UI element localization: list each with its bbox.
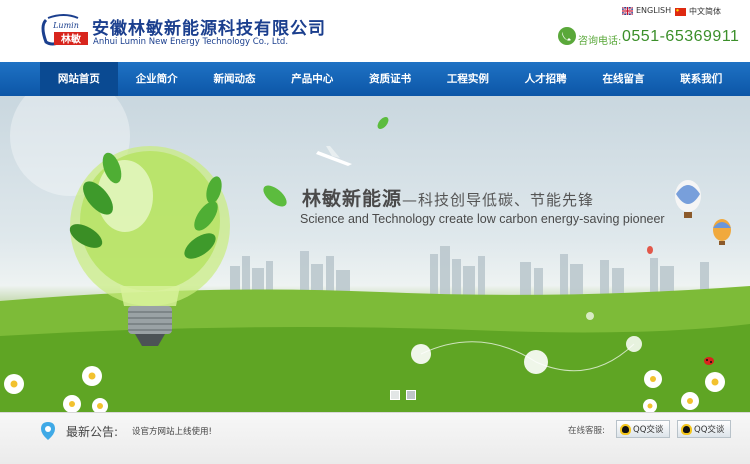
lang-chinese-link[interactable]: 中文简体 <box>675 6 721 17</box>
uk-flag-icon <box>622 6 633 15</box>
nav-item-home[interactable]: 网站首页 <box>40 62 118 96</box>
company-logo[interactable]: 林敏 Lumin <box>38 12 92 48</box>
nav-item-projects[interactable]: 工程实例 <box>429 62 507 96</box>
qq-chat-label: QQ交谈 <box>694 425 725 435</box>
logo-script: Lumin <box>52 21 79 30</box>
notice-bar: 最新公告: 设官方网站上线使用! 在线客服: QQ交谈 QQ交谈 <box>0 412 750 464</box>
phone-label: 咨询电话: <box>578 36 622 47</box>
banner-illustration <box>0 96 750 412</box>
location-pin-icon <box>41 422 55 440</box>
lang-english-label: ENGLISH <box>636 6 672 15</box>
qq-chat-button-2[interactable]: QQ交谈 <box>677 420 731 438</box>
hero-banner[interactable]: 林敏新能源—科技创导低碳、节能先锋 Science and Technology… <box>0 96 750 412</box>
airplane-icon <box>316 146 352 166</box>
lang-english-link[interactable]: ENGLISH <box>622 6 671 15</box>
qq-chat-label: QQ交谈 <box>633 425 664 435</box>
qq-penguin-icon <box>620 423 631 435</box>
banner-slogan-main: 林敏新能源 <box>302 188 403 210</box>
ladybug-icon <box>704 357 714 365</box>
slide-dot-1[interactable] <box>390 390 400 400</box>
qq-chat-button-1[interactable]: QQ交谈 <box>616 420 670 438</box>
phone-icon <box>558 27 576 45</box>
city-skyline <box>230 246 709 296</box>
site-header: 林敏 Lumin 安徽林敏新能源科技有限公司 Anhui Lumin New E… <box>0 0 750 62</box>
tiny-balloon-icon <box>647 246 653 254</box>
customer-service-label: 在线客服: <box>568 426 605 436</box>
nav-item-messages[interactable]: 在线留言 <box>585 62 663 96</box>
small-balloon-icon <box>713 219 731 245</box>
banner-slogan-en: Science and Technology create low carbon… <box>300 212 665 226</box>
hot-air-balloon-icon <box>675 180 701 218</box>
cn-flag-icon <box>675 7 686 16</box>
page: 林敏 Lumin 安徽林敏新能源科技有限公司 Anhui Lumin New E… <box>0 0 750 464</box>
nav-item-products[interactable]: 产品中心 <box>273 62 351 96</box>
company-name-en: Anhui Lumin New Energy Technology Co., L… <box>93 37 289 47</box>
banner-slogan-cn: 林敏新能源—科技创导低碳、节能先锋 <box>302 184 594 211</box>
nav-item-careers[interactable]: 人才招聘 <box>507 62 585 96</box>
logo-text: 林敏 <box>61 33 81 46</box>
nav-item-certificates[interactable]: 资质证书 <box>351 62 429 96</box>
nav-item-contact[interactable]: 联系我们 <box>662 62 740 96</box>
notice-text[interactable]: 设官方网站上线使用! <box>132 425 212 437</box>
lang-chinese-label: 中文简体 <box>689 7 721 16</box>
qq-penguin-icon <box>681 423 692 435</box>
notice-title: 最新公告: <box>66 425 119 439</box>
banner-slogan-sub: —科技创导低碳、节能先锋 <box>402 191 595 209</box>
slide-dot-2[interactable] <box>406 390 416 400</box>
company-name-cn: 安徽林敏新能源科技有限公司 <box>92 19 326 39</box>
nav-item-news[interactable]: 新闻动态 <box>196 62 274 96</box>
nav-item-about[interactable]: 企业简介 <box>118 62 196 96</box>
main-nav: 网站首页 企业简介 新闻动态 产品中心 资质证书 工程实例 人才招聘 在线留言 … <box>0 62 750 96</box>
phone-number: 0551-65369911 <box>622 28 740 45</box>
